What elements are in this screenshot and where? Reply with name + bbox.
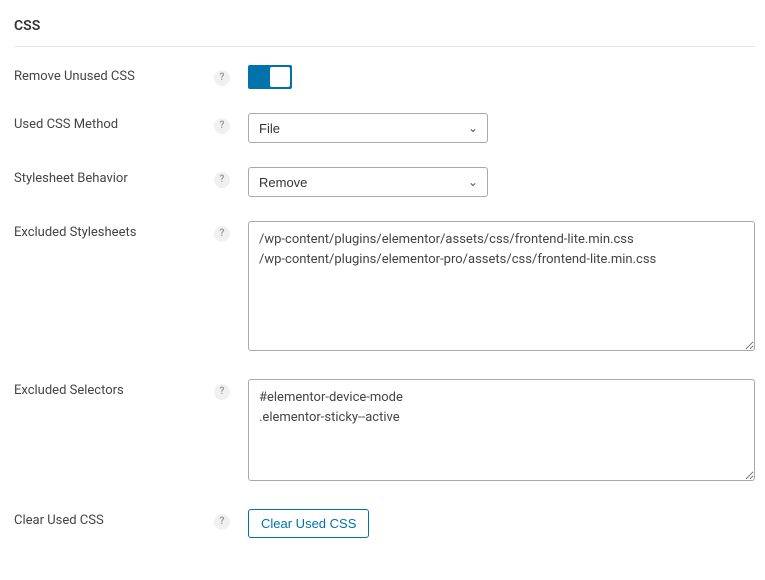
field-remove-unused-css: Remove Unused CSS ? [14, 65, 755, 89]
help-icon[interactable]: ? [214, 384, 230, 400]
select-used-css-method[interactable]: File [248, 113, 488, 143]
select-wrapper-used-css-method: File ⌄ [248, 113, 488, 143]
label-remove-unused-css: Remove Unused CSS [14, 65, 214, 84]
help-icon[interactable]: ? [214, 70, 230, 86]
label-excluded-stylesheets: Excluded Stylesheets [14, 221, 214, 240]
help-icon[interactable]: ? [214, 226, 230, 242]
section-title: CSS [14, 18, 755, 47]
label-excluded-selectors: Excluded Selectors [14, 379, 214, 398]
label-clear-used-css: Clear Used CSS [14, 509, 214, 528]
field-used-css-method: Used CSS Method ? File ⌄ [14, 113, 755, 143]
textarea-excluded-selectors[interactable] [248, 379, 755, 481]
toggle-remove-unused-css[interactable] [248, 65, 292, 89]
label-used-css-method: Used CSS Method [14, 113, 214, 132]
field-clear-used-css: Clear Used CSS ? Clear Used CSS [14, 509, 755, 538]
help-icon[interactable]: ? [214, 118, 230, 134]
help-icon[interactable]: ? [214, 514, 230, 530]
clear-used-css-button[interactable]: Clear Used CSS [248, 509, 369, 538]
field-excluded-selectors: Excluded Selectors ? [14, 379, 755, 485]
textarea-excluded-stylesheets[interactable] [248, 221, 755, 351]
field-stylesheet-behavior: Stylesheet Behavior ? Remove ⌄ [14, 167, 755, 197]
field-excluded-stylesheets: Excluded Stylesheets ? [14, 221, 755, 355]
select-stylesheet-behavior[interactable]: Remove [248, 167, 488, 197]
label-stylesheet-behavior: Stylesheet Behavior [14, 167, 214, 186]
help-icon[interactable]: ? [214, 172, 230, 188]
select-wrapper-stylesheet-behavior: Remove ⌄ [248, 167, 488, 197]
